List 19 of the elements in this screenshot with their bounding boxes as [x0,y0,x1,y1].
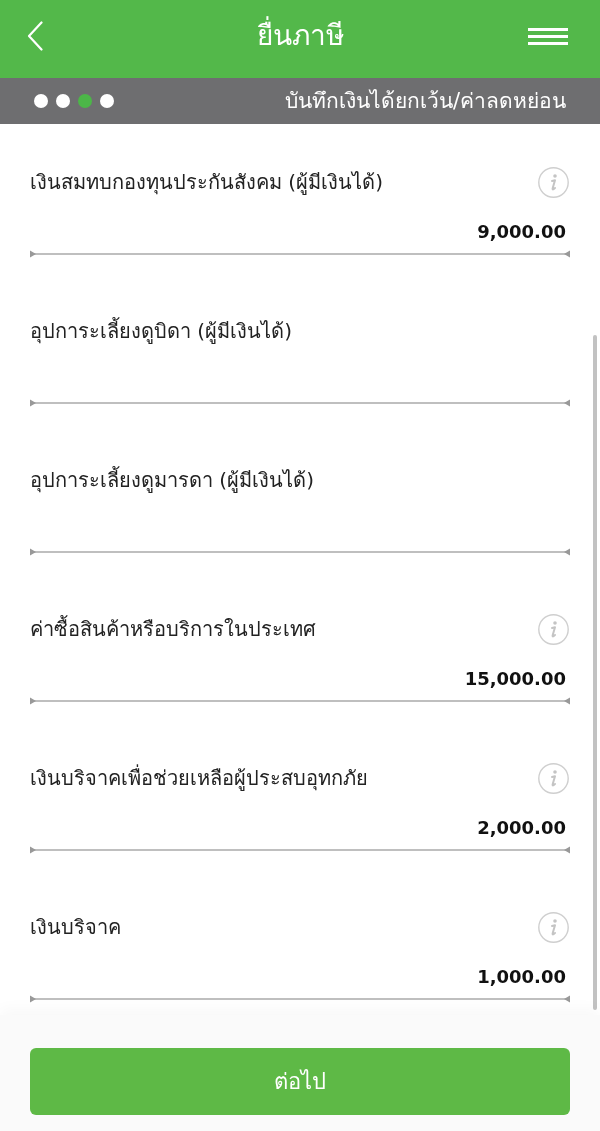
info-icon[interactable] [538,911,569,943]
field-label: เงินบริจาคเพื่อช่วยเหลือผู้ประสบอุทกภัย [30,764,368,792]
back-icon[interactable] [27,21,43,51]
field-label: เงินบริจาค [30,914,121,941]
info-icon[interactable] [538,613,569,645]
field-label: เงินสมทบกองทุนประกันสังคม (ผู้มีเงินได้) [30,169,383,196]
amount-field[interactable]: 2,000.00 [30,794,570,854]
field-label: อุปการะเลี้ยงดูบิดา (ผู้มีเงินได้) [30,317,292,345]
amount-field[interactable]: 1,000.00 [30,943,570,1003]
amount-field[interactable]: 15,000.00 [30,645,570,705]
info-icon[interactable] [538,166,569,198]
field-label: ค่าซื้อสินค้าหรือบริการในประเทศ [30,615,316,643]
page-title: ยื่นภาษี [256,18,344,54]
info-icon[interactable] [538,762,569,794]
scrollbar-thumb[interactable] [593,335,597,1010]
field-label: อุปการะเลี้ยงดูมารดา (ผู้มีเงินได้) [30,466,314,494]
section-title: บันทึกเงินได้ยกเว้น/ค่าลดหย่อน [284,88,566,115]
menu-icon[interactable] [528,27,568,45]
amount-field[interactable]: 9,000.00 [30,198,570,258]
